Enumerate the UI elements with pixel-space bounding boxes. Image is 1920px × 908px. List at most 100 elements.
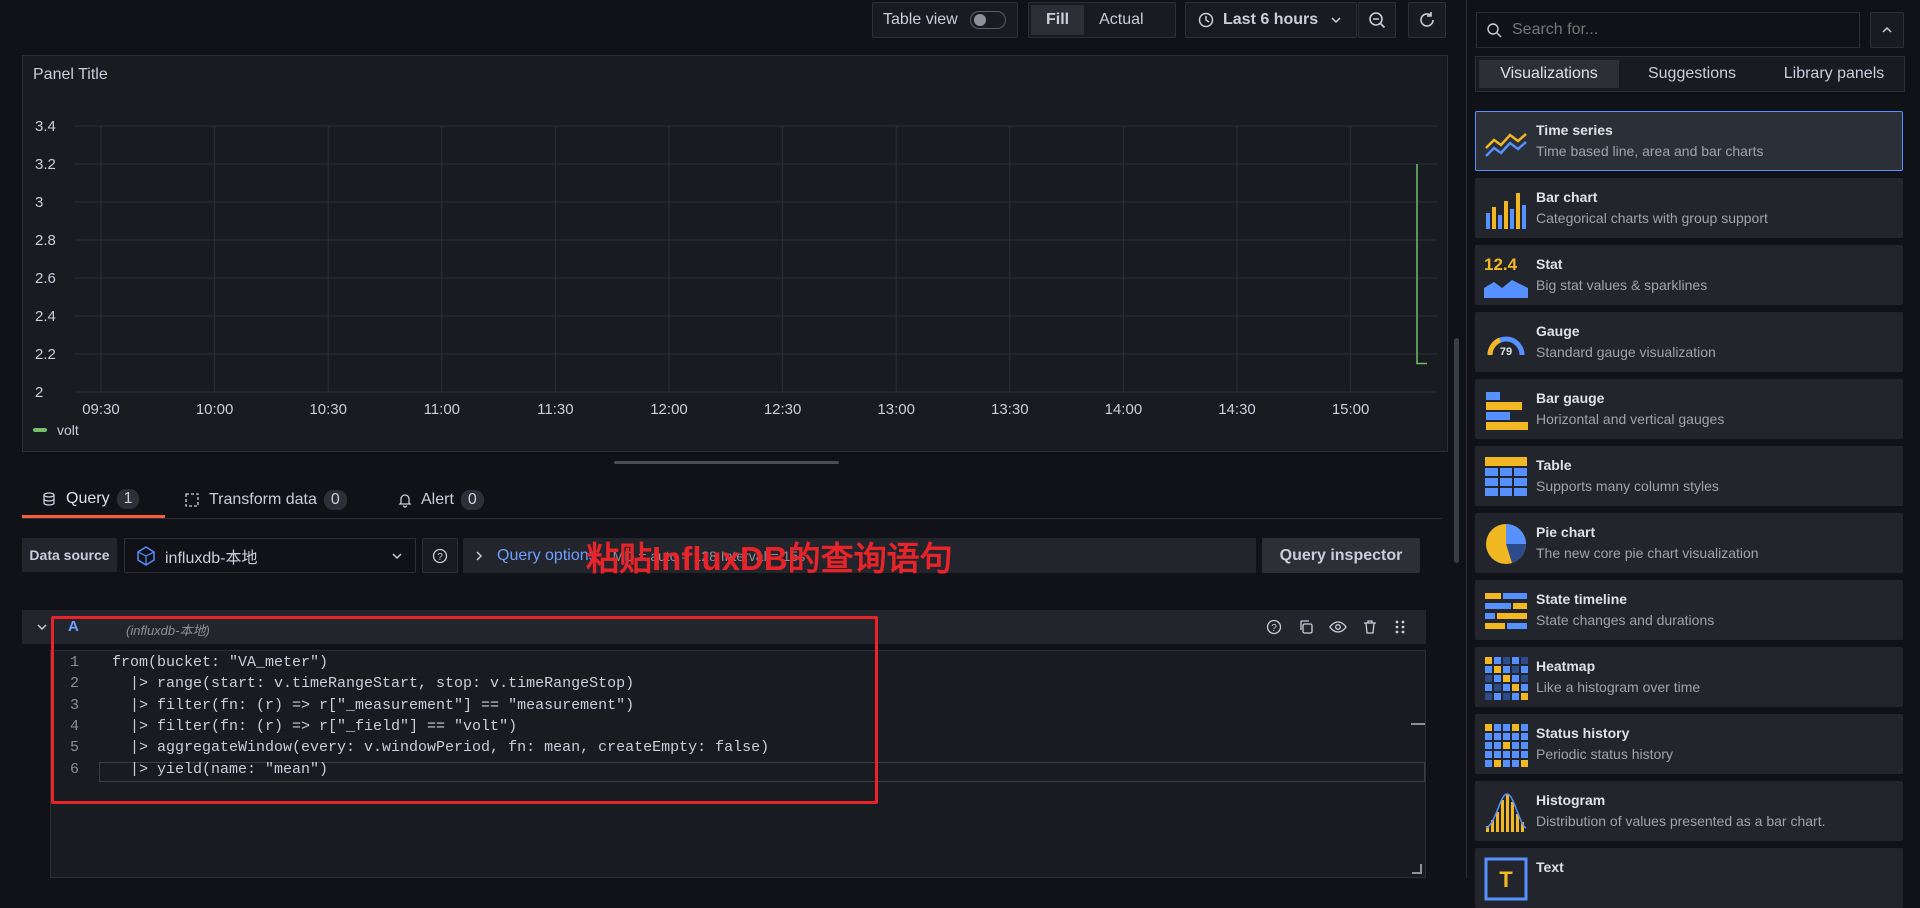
visualization-item-pie-chart[interactable]: Pie chart The new core pie chart visualiz… [1475, 513, 1903, 573]
visualization-item-time-series[interactable]: Time series Time based line, area and bar… [1475, 111, 1903, 171]
tab-transform-label: Transform data [209, 491, 317, 508]
sidebar-tabs: Visualizations Suggestions Library panel… [1475, 56, 1905, 92]
panel: Panel Title 3.4 3.2 3 2.8 2.6 2.4 2.2 2 09:30 10:… [22, 55, 1448, 452]
datasource-picker[interactable]: influxdb-本地 [124, 538, 416, 573]
help-icon: ? [432, 548, 448, 563]
visualization-item-status-history[interactable]: Status history Periodic status history [1475, 714, 1903, 774]
annotation-box [51, 616, 878, 804]
table-view-label: Table view [883, 11, 958, 28]
search-input[interactable] [1510, 20, 1844, 40]
time-series-chart: 3.4 3.2 3 2.8 2.6 2.4 2.2 2 09:30 10:00 10:30 11:00… [35, 118, 1437, 418]
toggle-switch[interactable] [969, 11, 1006, 29]
visualization-item-heatmap[interactable]: Heatmap Like a histogram over time [1475, 647, 1903, 707]
datasource-label: Data source [22, 538, 117, 572]
tab-suggestions[interactable]: Suggestions [1627, 60, 1757, 88]
visualization-item-text[interactable]: T Text [1475, 848, 1903, 908]
database-icon [43, 491, 55, 506]
collapse-sidebar-button[interactable] [1870, 12, 1904, 48]
help-icon[interactable]: ? [1266, 619, 1282, 635]
datasource-value: influxdb-本地 [165, 549, 258, 567]
tab-transform-data[interactable]: Transform data 0 [184, 482, 347, 518]
histogram-icon [1484, 790, 1528, 834]
search-field[interactable] [1476, 12, 1860, 48]
table-icon [1484, 455, 1528, 499]
y-tick-label: 3.2 [35, 156, 56, 173]
visualization-description: Time based line, area and bar charts [1536, 143, 1764, 159]
svg-text:12.4: 12.4 [1484, 255, 1518, 274]
y-tick-label: 2.6 [35, 270, 56, 287]
visualization-item-stat[interactable]: 12.4 Stat Big stat values & sparklines [1475, 245, 1903, 305]
legend-item-volt[interactable]: volt [33, 422, 79, 438]
x-tick-label: 11:30 [537, 401, 573, 418]
visualization-description: Horizontal and vertical gauges [1536, 411, 1725, 427]
visualization-item-histogram[interactable]: Histogram Distribution of values presente… [1475, 781, 1903, 841]
time-range-picker[interactable]: Last 6 hours [1185, 2, 1357, 38]
duplicate-icon[interactable] [1298, 619, 1314, 635]
y-tick-label: 3 [35, 194, 43, 211]
main-scrollbar[interactable] [1454, 338, 1459, 563]
chevron-right-icon [476, 550, 483, 561]
y-tick-label: 2.8 [35, 232, 56, 249]
bar-chart-icon [1484, 187, 1528, 231]
visualization-title: Text [1536, 859, 1564, 875]
tab-alert-label: Alert [421, 491, 454, 508]
state-timeline-icon [1484, 589, 1528, 633]
x-tick-label: 14:00 [1105, 401, 1143, 418]
trash-icon[interactable] [1362, 619, 1378, 635]
tab-query-label: Query [66, 489, 110, 507]
pie-chart-icon [1484, 522, 1528, 566]
chevron-down-icon [1331, 17, 1341, 24]
tab-library-panels[interactable]: Library panels [1766, 60, 1902, 88]
text-icon: T [1484, 857, 1528, 901]
x-tick-label: 10:00 [196, 401, 234, 418]
visualization-item-bar-gauge[interactable]: Bar gauge Horizontal and vertical gauges [1475, 379, 1903, 439]
query-inspector-label: Query inspector [1279, 546, 1403, 564]
collapse-chevron-icon[interactable] [36, 621, 48, 633]
tab-query[interactable]: Query 1 [22, 482, 165, 518]
chevron-up-icon [1882, 26, 1892, 33]
query-options-label: Query options [497, 546, 597, 564]
zoom-out-button[interactable] [1358, 2, 1396, 38]
visualization-description: Standard gauge visualization [1536, 344, 1716, 360]
fill-button[interactable]: Fill [1031, 5, 1085, 35]
tab-query-count: 1 [116, 488, 140, 509]
visualization-item-bar-chart[interactable]: Bar chart Categorical charts with group s… [1475, 178, 1903, 238]
tab-visualizations[interactable]: Visualizations [1479, 60, 1619, 88]
legend-label: volt [57, 422, 79, 438]
y-tick-label: 2.2 [35, 346, 56, 363]
stat-icon: 12.4 [1484, 254, 1528, 298]
y-tick-label: 2 [35, 384, 43, 401]
table-view-toggle[interactable]: Table view [872, 2, 1018, 38]
visualization-item-table[interactable]: Table Supports many column styles [1475, 446, 1903, 506]
x-tick-label: 09:30 [82, 401, 120, 418]
query-inspector-button[interactable]: Query inspector [1262, 538, 1420, 573]
zoom-out-icon [1369, 12, 1386, 29]
visualization-title: Pie chart [1536, 524, 1596, 540]
visualization-item-state-timeline[interactable]: State timeline State changes and duration… [1475, 580, 1903, 640]
editor-scroll-indicator [1411, 723, 1425, 725]
actual-button[interactable]: Actual [1084, 5, 1158, 35]
visualization-title: State timeline [1536, 591, 1628, 607]
panel-title: Panel Title [33, 66, 108, 83]
y-tick-label: 3.4 [35, 118, 56, 135]
panel-resize-handle[interactable] [614, 461, 839, 464]
eye-icon[interactable] [1329, 619, 1347, 635]
datasource-help-button[interactable]: ? [422, 538, 458, 573]
svg-text:?: ? [1271, 623, 1277, 634]
y-tick-label: 2.4 [35, 308, 56, 325]
visualization-title: Table [1536, 457, 1572, 473]
visualization-description: State changes and durations [1536, 612, 1715, 628]
fill-actual-group: Fill Actual [1028, 2, 1176, 38]
x-tick-label: 13:00 [877, 401, 915, 418]
visualization-description: The new core pie chart visualization [1536, 545, 1759, 561]
visualization-description: Like a histogram over time [1536, 679, 1701, 695]
visualization-item-gauge[interactable]: 79 Gauge Standard gauge visualization [1475, 312, 1903, 372]
gauge-icon: 79 [1484, 321, 1528, 365]
refresh-button[interactable] [1408, 2, 1446, 38]
series-line-volt[interactable] [1416, 164, 1427, 365]
drag-handle-icon[interactable] [1394, 619, 1406, 635]
editor-resize-grip[interactable] [1412, 864, 1422, 874]
x-tick-label: 12:30 [764, 401, 802, 418]
visualization-title: Status history [1536, 725, 1630, 741]
tab-alert[interactable]: Alert 0 [398, 482, 484, 518]
